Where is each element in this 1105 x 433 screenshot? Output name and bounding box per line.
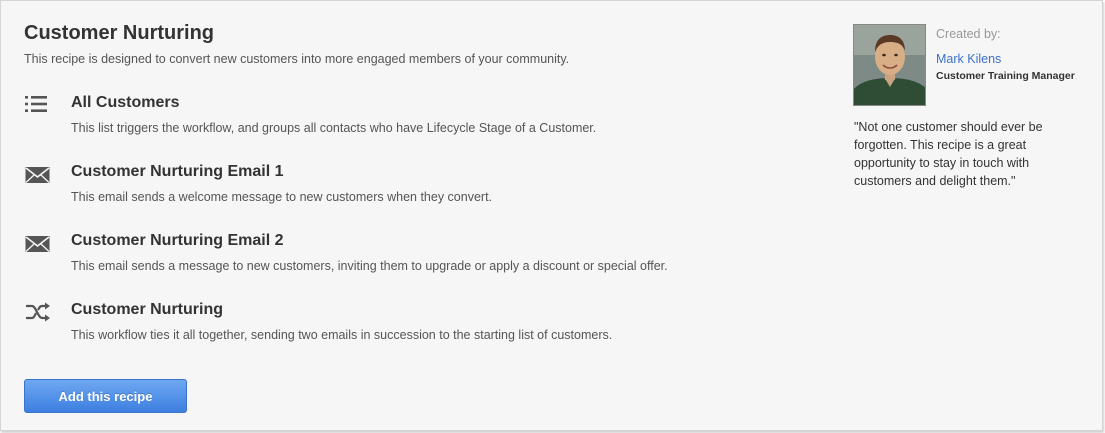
author-role: Customer Training Manager (936, 70, 1075, 82)
step-description: This list triggers the workflow, and gro… (71, 121, 597, 135)
step-description: This workflow ties it all together, send… (71, 328, 613, 342)
recipe-title: Customer Nurturing (24, 22, 214, 44)
author-name-link[interactable]: Mark Kilens (936, 52, 1001, 66)
step-title[interactable]: Customer Nurturing (71, 301, 223, 319)
recipe-card: Customer Nurturing This recipe is design… (0, 0, 1103, 431)
recipe-description: This recipe is designed to convert new c… (24, 52, 570, 66)
add-recipe-button[interactable]: Add this recipe (24, 379, 187, 413)
step-title[interactable]: Customer Nurturing Email 1 (71, 163, 283, 181)
list-icon (24, 94, 52, 116)
shuffle-icon (24, 301, 52, 323)
author-photo (853, 24, 926, 106)
step-title[interactable]: Customer Nurturing Email 2 (71, 232, 283, 250)
step-description: This email sends a message to new custom… (71, 259, 668, 273)
step-description: This email sends a welcome message to ne… (71, 190, 493, 204)
envelope-icon (24, 163, 52, 185)
author-quote: "Not one customer should ever be forgott… (854, 120, 1043, 188)
step-title[interactable]: All Customers (71, 94, 179, 112)
created-by-label: Created by: (936, 27, 1001, 41)
envelope-icon (24, 232, 52, 254)
